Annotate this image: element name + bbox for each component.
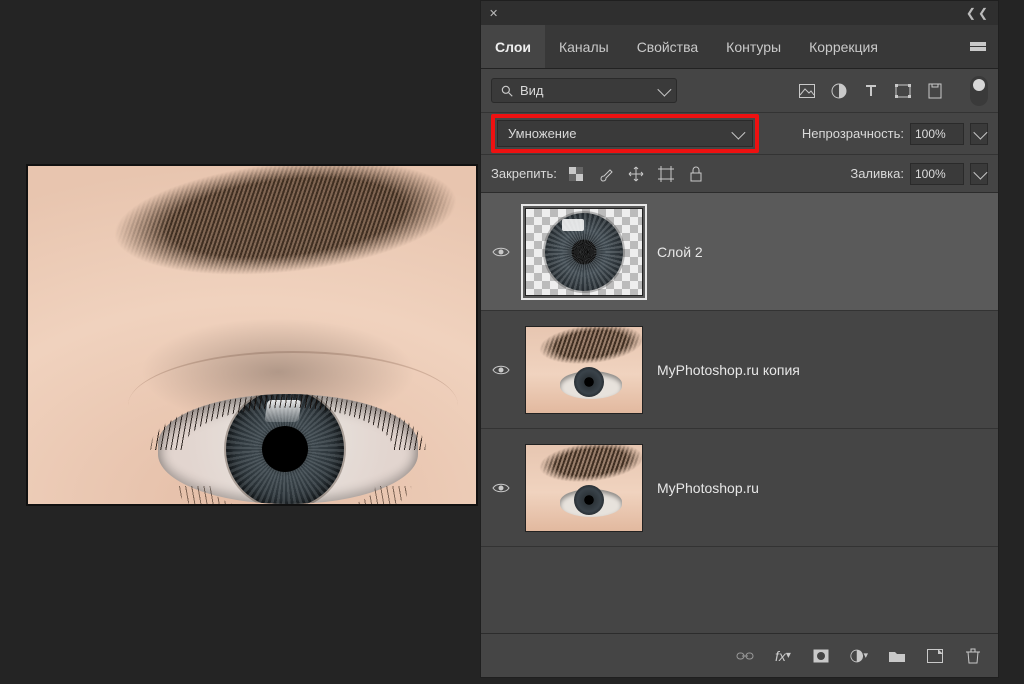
new-layer-icon[interactable] xyxy=(926,647,944,665)
lock-row: Закрепить: Заливка: xyxy=(481,155,998,193)
tab-adjustments[interactable]: Коррекция xyxy=(795,25,892,68)
layer-name[interactable]: MyPhotoshop.ru xyxy=(657,480,759,496)
catchlight xyxy=(264,400,301,422)
pupil xyxy=(262,426,308,472)
type-filter-icons xyxy=(798,82,944,100)
search-icon xyxy=(500,84,514,98)
adjustment-icon[interactable]: ▾ xyxy=(850,647,868,665)
lower-lashes xyxy=(158,486,428,506)
blend-mode-highlight: Умножение xyxy=(491,114,759,153)
blend-mode-value: Умножение xyxy=(508,126,576,141)
fill-control: Заливка: xyxy=(850,163,988,185)
layers-panel: ✕ ❮❮ Слои Каналы Свойства Контуры Коррек… xyxy=(480,0,999,678)
lock-move-icon[interactable] xyxy=(627,165,645,183)
lock-icons xyxy=(567,165,705,183)
blend-row: Умножение Непрозрачность: xyxy=(481,113,998,155)
filter-image-icon[interactable] xyxy=(798,82,816,100)
tab-paths[interactable]: Контуры xyxy=(712,25,795,68)
layer-row[interactable]: Слой 2 xyxy=(481,193,998,311)
visibility-toggle[interactable] xyxy=(491,478,511,498)
layer-thumbnail[interactable] xyxy=(525,208,643,296)
trash-icon[interactable] xyxy=(964,647,982,665)
link-layers-icon[interactable] xyxy=(736,647,754,665)
mask-icon[interactable] xyxy=(812,647,830,665)
layer-thumbnail[interactable] xyxy=(525,326,643,414)
chevron-down-icon xyxy=(731,125,745,139)
opacity-dropdown-button[interactable] xyxy=(970,123,988,145)
filter-smart-icon[interactable] xyxy=(926,82,944,100)
close-icon[interactable]: ✕ xyxy=(489,7,498,20)
filter-kind-label: Вид xyxy=(520,83,544,98)
lock-label: Закрепить: xyxy=(491,166,557,181)
lock-all-icon[interactable] xyxy=(687,165,705,183)
lock-brush-icon[interactable] xyxy=(597,165,615,183)
tab-properties[interactable]: Свойства xyxy=(623,25,712,68)
filter-text-icon[interactable] xyxy=(862,82,880,100)
layer-row[interactable]: MyPhotoshop.ru копия xyxy=(481,311,998,429)
fill-label: Заливка: xyxy=(850,166,904,181)
panel-tabs: Слои Каналы Свойства Контуры Коррекция xyxy=(481,25,998,69)
chevron-down-icon xyxy=(973,165,987,179)
layer-thumbnail[interactable] xyxy=(525,444,643,532)
opacity-label: Непрозрачность: xyxy=(802,126,904,141)
panel-titlebar: ✕ ❮❮ xyxy=(481,1,998,25)
layer-row[interactable]: MyPhotoshop.ru xyxy=(481,429,998,547)
collapse-icon[interactable]: ❮❮ xyxy=(966,6,990,20)
chevron-down-icon xyxy=(973,125,987,139)
tab-channels[interactable]: Каналы xyxy=(545,25,623,68)
tab-layers[interactable]: Слои xyxy=(481,25,545,68)
hamburger-icon xyxy=(970,42,986,52)
layer-name[interactable]: Слой 2 xyxy=(657,244,703,260)
panel-footer: fx▾ ▾ xyxy=(481,633,998,677)
opacity-input[interactable] xyxy=(910,123,964,145)
thumb-catchlight xyxy=(562,219,584,231)
visibility-toggle[interactable] xyxy=(491,242,511,262)
thumb-iris xyxy=(545,213,623,291)
lock-artboard-icon[interactable] xyxy=(657,165,675,183)
fx-icon[interactable]: fx▾ xyxy=(774,647,792,665)
canvas-image xyxy=(26,164,478,506)
filter-adjust-icon[interactable] xyxy=(830,82,848,100)
panel-menu-button[interactable] xyxy=(958,25,998,68)
blend-mode-dropdown[interactable]: Умножение xyxy=(497,120,753,147)
filter-toggle[interactable] xyxy=(970,76,988,106)
fill-dropdown-button[interactable] xyxy=(970,163,988,185)
layers-list: Слой 2 MyPhotoshop.ru копия MyPhotoshop.… xyxy=(481,193,998,633)
chevron-down-icon xyxy=(657,82,671,96)
layer-name[interactable]: MyPhotoshop.ru копия xyxy=(657,362,800,378)
fill-input[interactable] xyxy=(910,163,964,185)
filter-row: Вид xyxy=(481,69,998,113)
visibility-toggle[interactable] xyxy=(491,360,511,380)
lock-pixels-icon[interactable] xyxy=(567,165,585,183)
filter-shape-icon[interactable] xyxy=(894,82,912,100)
group-icon[interactable] xyxy=(888,647,906,665)
filter-kind-dropdown[interactable]: Вид xyxy=(491,78,677,103)
opacity-control: Непрозрачность: xyxy=(802,123,988,145)
